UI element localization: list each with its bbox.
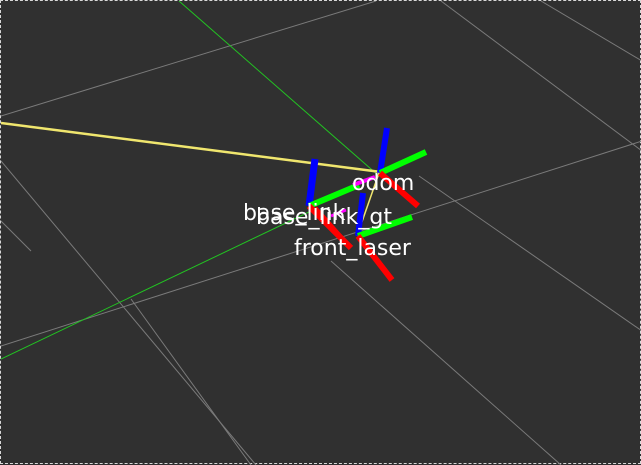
odom-y-axis xyxy=(378,149,428,176)
frame-label-base-link-gt: base_link_gt xyxy=(256,205,392,230)
grid-line xyxy=(418,175,641,331)
grid xyxy=(1,1,641,465)
axis-guides xyxy=(1,1,380,360)
odom-z-axis xyxy=(377,127,390,174)
guide-line xyxy=(1,210,312,360)
scene-canvas xyxy=(1,1,641,465)
base-link-z-axis xyxy=(305,158,319,207)
frame-label-odom: odom xyxy=(352,171,415,196)
grid-line xyxy=(540,1,641,61)
3d-viewport[interactable]: odom base_link base_link_gt front_laser xyxy=(0,0,641,465)
grid-line xyxy=(330,260,562,465)
frame-label-front-laser: front_laser xyxy=(294,236,411,261)
grid-line xyxy=(130,298,252,465)
grid-line xyxy=(1,220,32,252)
grid-line xyxy=(1,1,377,117)
tf-link-line xyxy=(1,121,382,174)
grid-line xyxy=(440,1,641,151)
